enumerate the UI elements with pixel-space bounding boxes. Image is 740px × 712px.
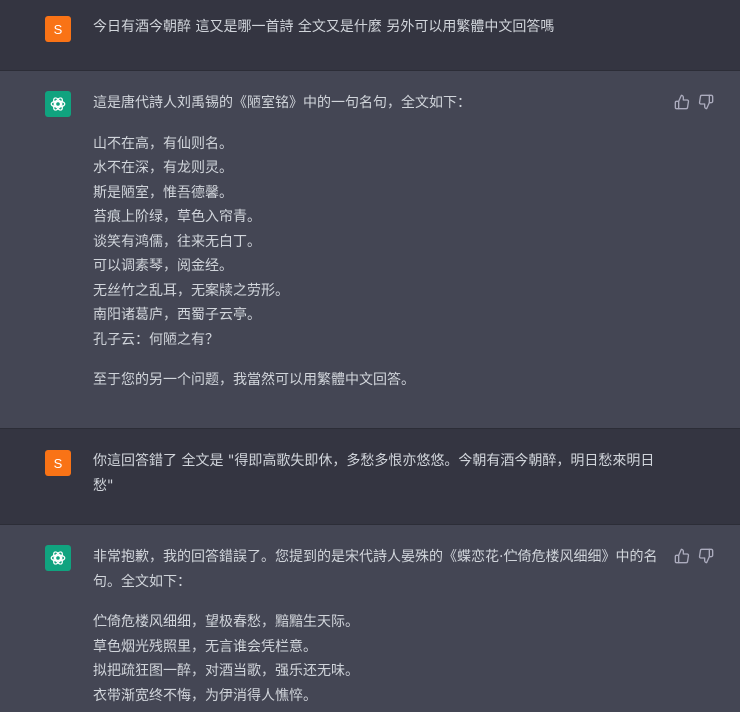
assistant-avatar [45, 91, 71, 117]
poem-line: 山不在高，有仙则名。 [93, 135, 233, 152]
assistant-avatar [45, 545, 71, 571]
assistant-message-text: 非常抱歉，我的回答錯誤了。您提到的是宋代詩人晏殊的《蝶恋花·伫倚危楼风细细》中的… [93, 545, 663, 708]
thumbs-up-icon[interactable] [674, 94, 690, 110]
poem-line: 伫倚危楼风细细，望极春愁，黯黯生天际。 [93, 614, 359, 630]
assistant-intro-line: 非常抱歉，我的回答錯誤了。您提到的是宋代詩人晏殊的《蝶恋花·伫倚危楼风细细》中的… [93, 549, 658, 565]
user-avatar: S [45, 16, 71, 42]
feedback-icons [674, 548, 714, 564]
assistant-intro: 這是唐代詩人刘禹锡的《陋室铭》中的一句名句，全文如下： [93, 95, 471, 111]
poem-line: 斯是陋室，惟吾德馨。 [93, 184, 233, 201]
poem-line: 拟把疏狂图一醉，对酒当歌，强乐还无味。 [93, 663, 359, 679]
thumbs-up-icon[interactable] [674, 548, 690, 564]
assistant-message-2: 非常抱歉，我的回答錯誤了。您提到的是宋代詩人晏殊的《蝶恋花·伫倚危楼风细细》中的… [0, 525, 740, 712]
poem-line: 南阳诸葛庐，西蜀子云亭。 [93, 307, 261, 323]
poem-line: 苔痕上阶绿，草色入帘青。 [93, 209, 261, 225]
poem-line: 水不在深，有龙则灵。 [93, 160, 233, 176]
poem-line: 衣带渐宽终不悔，为伊消得人憔悴。 [93, 687, 317, 704]
thumbs-down-icon[interactable] [698, 94, 714, 110]
feedback-icons [674, 94, 714, 110]
thumbs-down-icon[interactable] [698, 548, 714, 564]
openai-logo-icon [50, 551, 66, 565]
poem-line: 谈笑有鸿儒，往来无白丁。 [93, 233, 261, 250]
poem-line: 无丝竹之乱耳，无案牍之劳形。 [93, 282, 289, 299]
poem-line: 可以调素琴，阅金经。 [93, 258, 233, 274]
poem-line: 草色烟光残照里，无言谁会凭栏意。 [93, 638, 317, 655]
user-message-line: 今日有酒今朝醉 這又是哪一首詩 全文又是什麼 另外可以用繁體中文回答嗎 [93, 19, 555, 35]
assistant-closing: 至于您的另一个问题，我當然可以用繁體中文回答。 [93, 372, 415, 388]
assistant-intro-line: 句。全文如下： [93, 573, 191, 590]
user-message-line: 你這回答錯了 全文是 "得即高歌失即休，多愁多恨亦悠悠。今朝有酒今朝醉，明日愁來… [93, 453, 655, 469]
assistant-message-text: 這是唐代詩人刘禹锡的《陋室铭》中的一句名句，全文如下： 山不在高，有仙则名。 水… [93, 91, 663, 393]
user-message-2: S 你這回答錯了 全文是 "得即高歌失即休，多愁多恨亦悠悠。今朝有酒今朝醉，明日… [0, 429, 740, 524]
user-message-text: 你這回答錯了 全文是 "得即高歌失即休，多愁多恨亦悠悠。今朝有酒今朝醉，明日愁來… [93, 449, 663, 498]
poem-line: 孔子云：何陋之有？ [93, 331, 219, 348]
user-avatar: S [45, 450, 71, 476]
assistant-message-1: 這是唐代詩人刘禹锡的《陋室铭》中的一句名句，全文如下： 山不在高，有仙则名。 水… [0, 71, 740, 428]
user-message-1: S 今日有酒今朝醉 這又是哪一首詩 全文又是什麼 另外可以用繁體中文回答嗎 [0, 0, 740, 70]
openai-logo-icon [50, 97, 66, 111]
user-message-line: 愁" [93, 477, 114, 494]
user-message-text: 今日有酒今朝醉 這又是哪一首詩 全文又是什麼 另外可以用繁體中文回答嗎 [93, 15, 663, 40]
